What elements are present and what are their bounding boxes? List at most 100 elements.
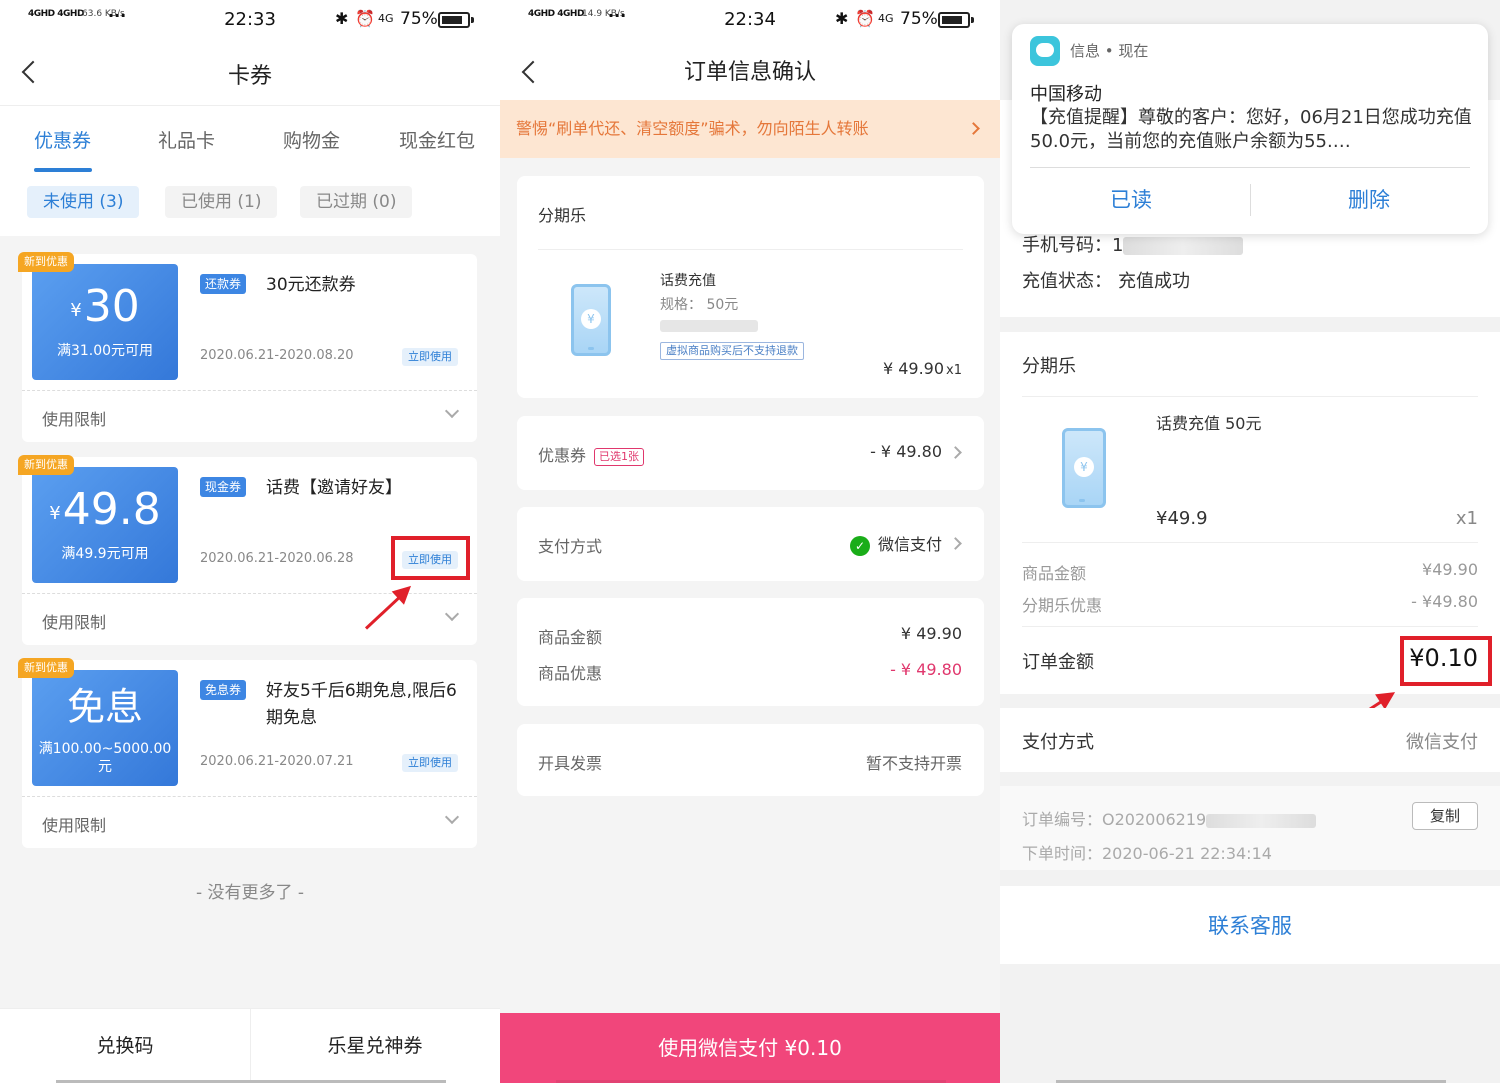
chevron-down-icon[interactable] [444, 809, 460, 825]
page-title: 卡券 [227, 64, 272, 89]
battery-percent: 75% [900, 9, 938, 29]
fraud-warning-banner[interactable]: 警惕“刷单代还、清空额度”骗术，勿向陌生人转账 [500, 100, 1000, 158]
coupon-value-block: ¥49.8 满49.9元可用 [32, 467, 178, 583]
status-bar: 4GHD 4GHD 14.9 KB/s ··· 22:34 ✱ ⏰ 4G 75% [500, 0, 1000, 40]
coupon-amount: 免息 [66, 685, 143, 729]
coupon-condition: 满49.9元可用 [61, 546, 149, 562]
phone-recharge-icon: ¥ [1062, 428, 1106, 508]
nav-bar: 订单信息确认 [500, 40, 1000, 100]
product-price: ¥ 49.90 x1 [882, 359, 962, 378]
wechat-icon: ✓ [849, 535, 870, 556]
bluetooth-icon: ✱ [335, 9, 349, 28]
phone-number: 手机号码：1 [1022, 231, 1244, 257]
payment-value: ✓ 微信支付 [849, 531, 942, 556]
coupon-row[interactable]: 优惠券 已选1张 - ¥ 49.80 [517, 416, 984, 490]
filter-unused[interactable]: 未使用 (3) [27, 186, 140, 218]
product-spec: 规格： 50元 [660, 297, 739, 313]
payment-value: 微信支付 [1406, 732, 1478, 753]
invoice-row: 开具发票 暂不支持开票 [517, 724, 984, 796]
coupon-amount: ¥49.8 [49, 484, 161, 535]
filter-expired[interactable]: 已过期 (0) [300, 186, 413, 218]
notification-title: 中国移动 [1030, 84, 1102, 105]
discount-value: - ¥49.80 [1411, 592, 1478, 611]
bluetooth-icon: ✱ [835, 9, 849, 28]
coupon-panel: 4GHD 4GHD 63.6 KB/s ··· 22:33 ✱ ⏰ 4G 75%… [0, 0, 500, 1083]
coupon-name: 30元还款券 [266, 275, 356, 295]
divider [538, 249, 963, 250]
alarm-icon: ⏰ [355, 9, 375, 28]
alarm-icon: ⏰ [855, 9, 875, 28]
coupon-name: 话费【邀请好友】 [266, 478, 402, 498]
chevron-down-icon[interactable] [444, 403, 460, 419]
product-name: 话费充值 [660, 273, 716, 289]
goods-amount-value: ¥49.90 [1422, 560, 1478, 579]
coupon-condition: 满100.00~5000.00元 [38, 741, 172, 775]
bottom-bar: 兑换码 乐星兑神券 [0, 1008, 500, 1083]
use-now-button[interactable]: 立即使用 [402, 348, 458, 366]
coupon-type-badge: 现金券 [200, 477, 247, 497]
product-price: ¥49.9 [1156, 508, 1208, 529]
tab-shopping-credit[interactable]: 购物金 [283, 126, 340, 153]
tab-gift-cards[interactable]: 礼品卡 [158, 126, 215, 153]
coupon-value-block: ¥30 满31.00元可用 [32, 264, 178, 380]
coupon-card: 新到优惠 ¥30 满31.00元可用 还款券 30元还款券 2020.06.21… [18, 252, 477, 442]
invoice-label: 开具发票 [538, 754, 603, 773]
coupon-amount: ¥30 [70, 281, 140, 332]
new-badge: 新到优惠 [18, 455, 74, 475]
page-title: 订单信息确认 [683, 60, 816, 85]
4g-icon: 4G [378, 12, 394, 25]
usage-limit[interactable]: 使用限制 [42, 609, 106, 633]
discount-value: - ¥ 49.80 [890, 660, 962, 679]
divider [22, 796, 477, 797]
blurred-order-no [1206, 813, 1317, 828]
copy-button[interactable]: 复制 [1412, 802, 1478, 830]
chevron-down-icon[interactable] [444, 606, 460, 622]
delete-button[interactable]: 删除 [1250, 184, 1488, 214]
highlight-box [1400, 636, 1492, 686]
contact-service-button[interactable]: 联系客服 [1000, 910, 1500, 940]
coupon-type-badge: 还款券 [200, 274, 247, 294]
warning-text: 警惕“刷单代还、清空额度”骗术，勿向陌生人转账 [516, 119, 869, 138]
tab-bar: 优惠券 礼品卡 购物金 现金红包 [0, 106, 500, 176]
usage-limit[interactable]: 使用限制 [42, 812, 106, 836]
status-bar: 4GHD 4GHD 63.6 KB/s ··· 22:33 ✱ ⏰ 4G 75% [0, 0, 500, 40]
store-name: 分期乐 [538, 206, 587, 225]
battery-percent: 75% [400, 9, 438, 29]
amount-summary: 商品金额 ¥ 49.90 商品优惠 - ¥ 49.80 [517, 598, 984, 706]
tab-underline [34, 168, 92, 172]
coupon-type-badge: 免息券 [200, 680, 247, 700]
contact-service-row: 联系客服 [1000, 886, 1500, 964]
product-qty: x1 [1455, 508, 1478, 529]
chevron-right-icon [949, 537, 962, 550]
usage-limit[interactable]: 使用限制 [42, 406, 106, 430]
battery-icon [438, 12, 474, 28]
tab-cash-red-packet[interactable]: 现金红包 [399, 126, 475, 153]
coupon-label: 优惠券 已选1张 [538, 442, 645, 466]
filter-used[interactable]: 已使用 (1) [165, 186, 278, 218]
divider [1022, 626, 1478, 627]
lexing-coupon-button[interactable]: 乐星兑神券 [250, 1009, 500, 1083]
mark-read-button[interactable]: 已读 [1012, 184, 1250, 214]
wechat-pay-button[interactable]: 使用微信支付 ¥0.10 [500, 1013, 1000, 1083]
use-now-button[interactable]: 立即使用 [402, 754, 458, 772]
4g-icon: 4G [878, 12, 894, 25]
divider [1030, 167, 1470, 168]
redeem-code-button[interactable]: 兑换码 [0, 1009, 250, 1083]
no-refund-tag: 虚拟商品购买后不支持退款 [660, 342, 804, 360]
filter-chips: 未使用 (3) 已使用 (1) 已过期 (0) [0, 176, 500, 236]
divider [1022, 396, 1478, 397]
order-time: 下单时间：2020-06-21 22:34:14 [1022, 844, 1272, 863]
goods-amount-value: ¥ 49.90 [900, 624, 962, 643]
recharge-status: 充值状态： 充值成功 [1022, 271, 1190, 292]
discount-label: 商品优惠 [538, 664, 603, 683]
chevron-right-icon [967, 122, 980, 135]
tab-coupons[interactable]: 优惠券 [34, 126, 91, 153]
coupon-date: 2020.06.21-2020.06.28 [200, 551, 354, 566]
payment-method-row[interactable]: 支付方式 ✓ 微信支付 [517, 507, 984, 581]
invoice-value: 暂不支持开票 [865, 754, 962, 773]
sms-notification[interactable]: 信息 • 现在 中国移动 【充值提醒】尊敬的客户：您好，06月21日您成功充值5… [1012, 24, 1488, 234]
coupon-name: 好友5千后6期免息,限后6期免息 [266, 681, 457, 728]
nav-bar: 卡券 [0, 40, 500, 106]
order-amount-label: 订单金额 [1022, 652, 1094, 673]
blurred-number [660, 320, 758, 332]
